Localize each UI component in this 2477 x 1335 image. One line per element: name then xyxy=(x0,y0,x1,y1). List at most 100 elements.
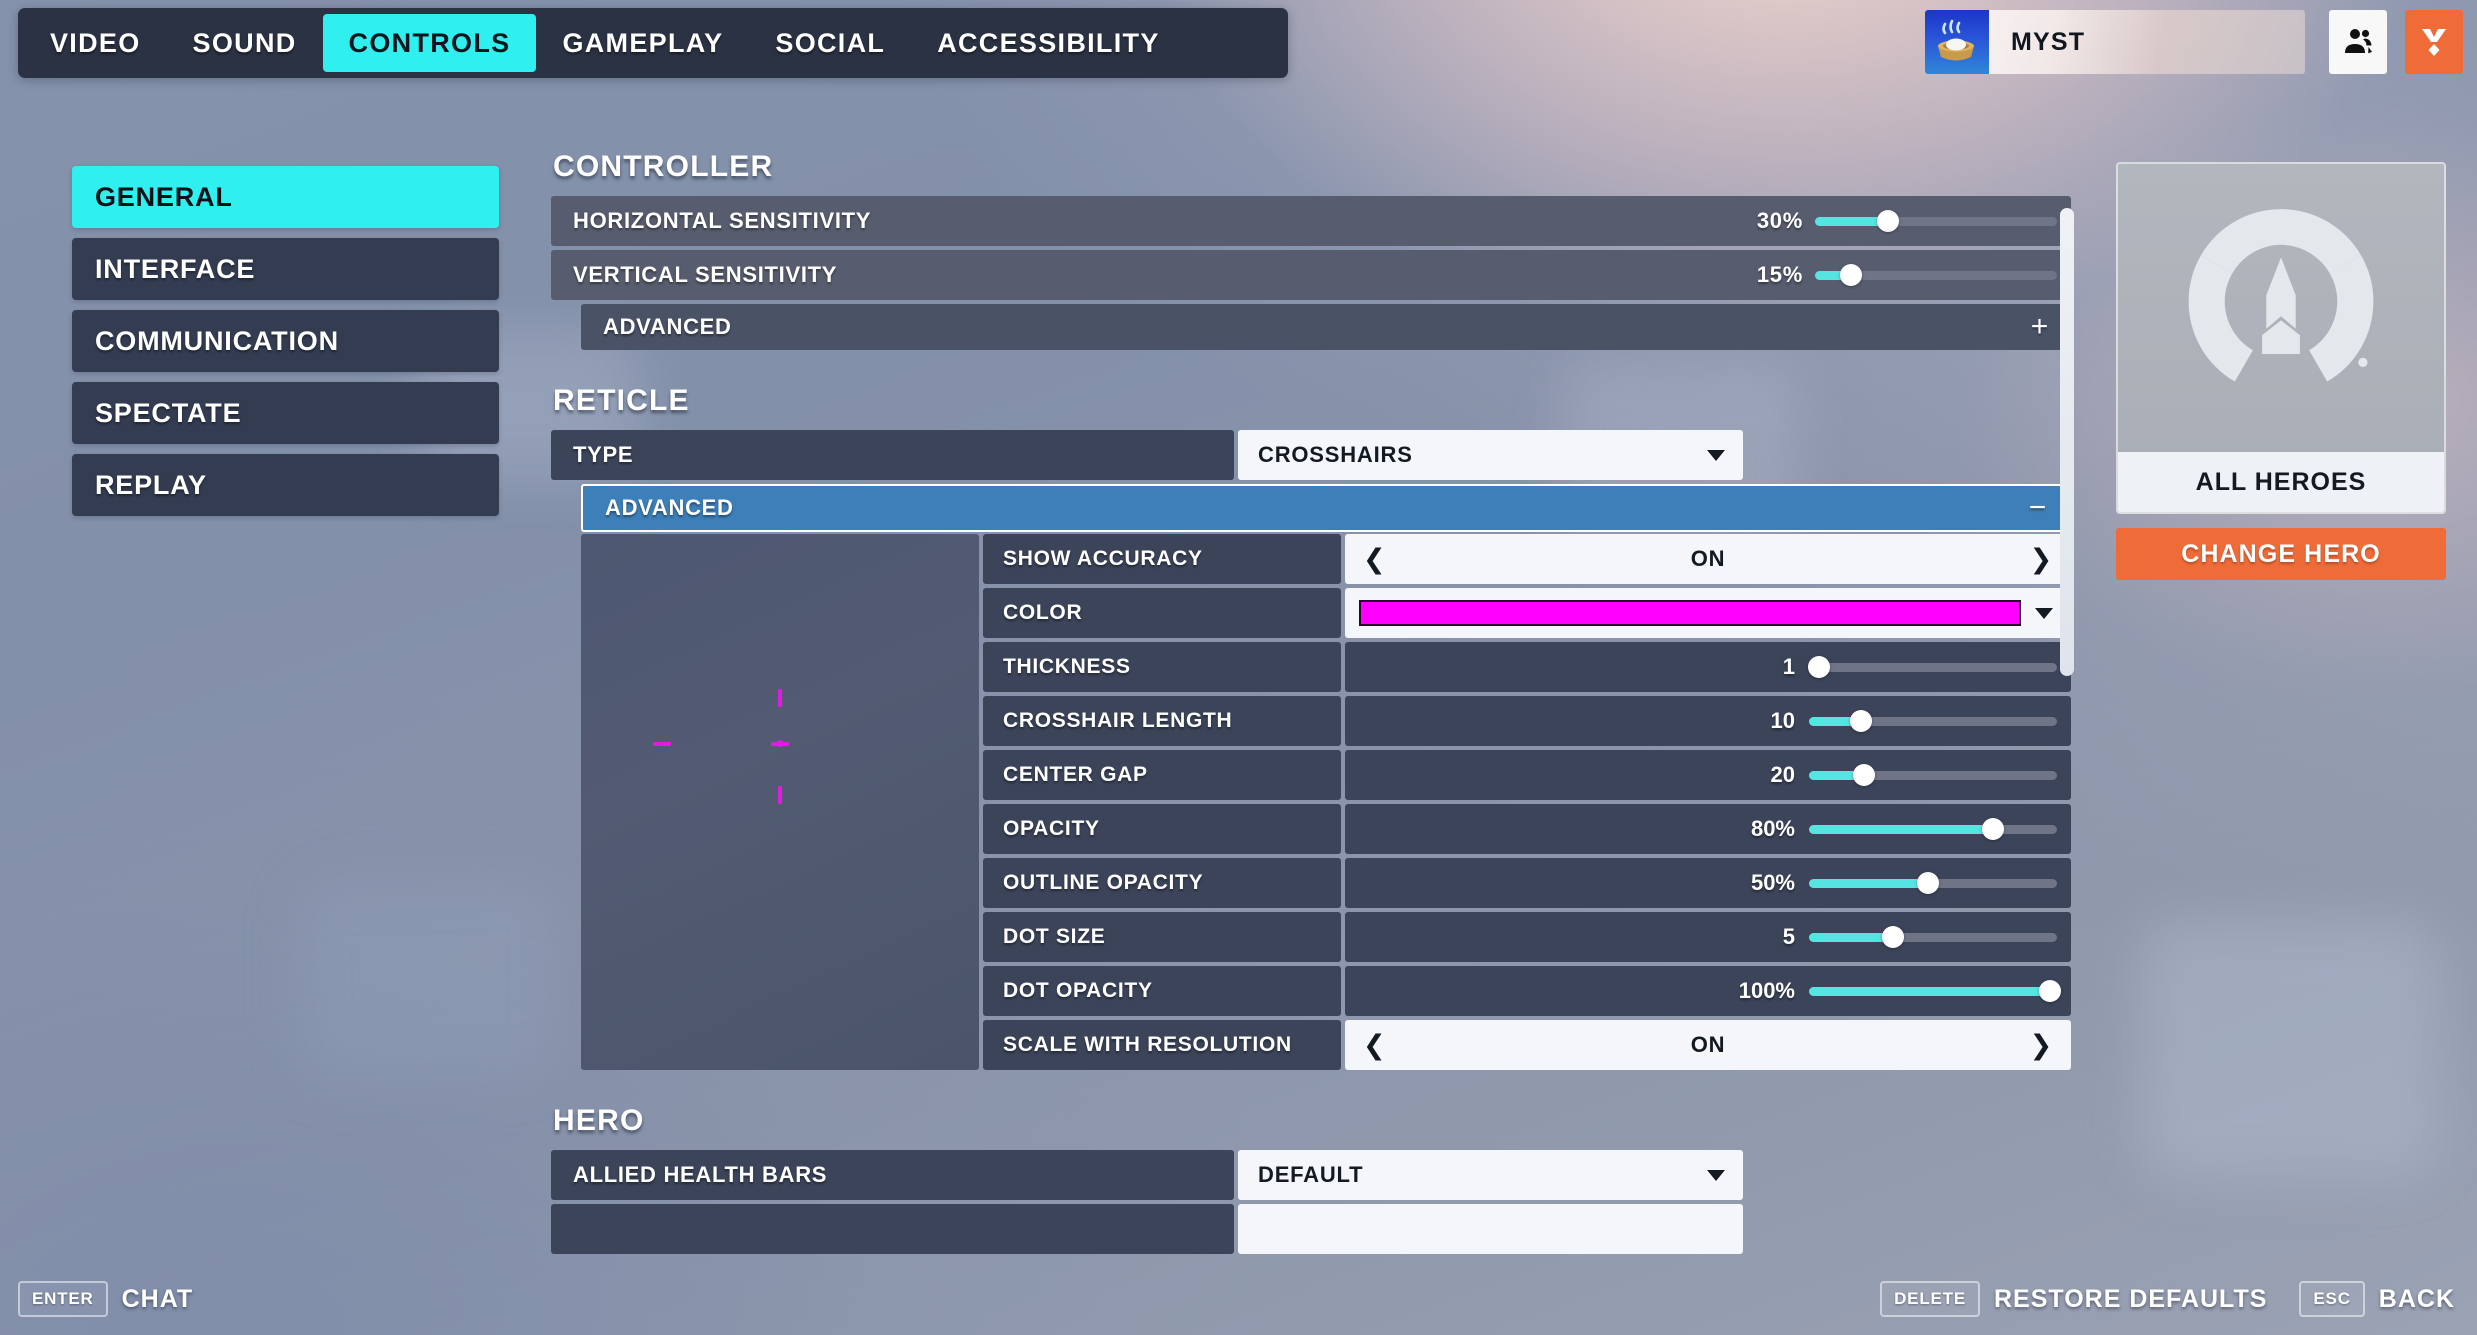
dot-opacity-slider[interactable] xyxy=(1809,987,2057,996)
slider-thumb[interactable] xyxy=(2039,980,2061,1002)
hero-card[interactable]: ALL HEROES xyxy=(2116,162,2446,514)
setting-row-dot-size[interactable]: DOT SIZE 5 xyxy=(983,912,2071,962)
tab-gameplay[interactable]: GAMEPLAY xyxy=(536,14,749,72)
horizontal-sensitivity-slider[interactable] xyxy=(1815,217,2057,226)
reticle-advanced-toggle[interactable]: ADVANCED − xyxy=(581,484,2071,532)
social-button[interactable] xyxy=(2329,10,2387,74)
overwatch-settings-screen: VIDEO SOUND CONTROLS GAMEPLAY SOCIAL ACC… xyxy=(0,0,2477,1335)
opacity-value: 80% xyxy=(1751,816,1795,842)
setting-row-allied-health-bars[interactable]: ALLIED HEALTH BARS DEFAULT xyxy=(551,1150,2071,1200)
tab-sound[interactable]: SOUND xyxy=(167,14,323,72)
dot-size-slider[interactable] xyxy=(1809,933,2057,942)
setting-row-show-accuracy[interactable]: SHOW ACCURACY ❮ ON ❯ xyxy=(983,534,2071,584)
thickness-slider-cell[interactable]: 1 xyxy=(1345,642,2071,692)
setting-row-dot-opacity[interactable]: DOT OPACITY 100% xyxy=(983,966,2071,1016)
show-accuracy-stepper[interactable]: ❮ ON ❯ xyxy=(1345,534,2071,584)
crosshair-top-tick xyxy=(778,689,782,707)
controller-advanced-toggle[interactable]: ADVANCED + xyxy=(581,304,2071,350)
thickness-slider[interactable] xyxy=(1809,663,2057,672)
dot-size-slider-cell[interactable]: 5 xyxy=(1345,912,2071,962)
chevron-down-icon xyxy=(2035,608,2053,619)
chat-label: CHAT xyxy=(122,1285,194,1314)
show-accuracy-value: ON xyxy=(1386,546,2029,572)
dot-opacity-value: 100% xyxy=(1739,978,1795,1004)
slider-thumb[interactable] xyxy=(1853,764,1875,786)
medal-button[interactable] xyxy=(2405,10,2463,74)
slider-thumb[interactable] xyxy=(1808,656,1830,678)
slider-thumb[interactable] xyxy=(1877,210,1899,232)
chevron-down-icon xyxy=(1707,450,1725,461)
delete-keycap: DELETE xyxy=(1880,1281,1980,1317)
opacity-slider[interactable] xyxy=(1809,825,2057,834)
tab-social[interactable]: SOCIAL xyxy=(749,14,911,72)
setting-row-clipped[interactable] xyxy=(551,1204,2071,1254)
crosshair-length-value: 10 xyxy=(1771,708,1795,734)
chat-action[interactable]: ENTER CHAT xyxy=(18,1281,193,1317)
settings-scrollbar[interactable] xyxy=(2060,208,2074,1266)
dot-size-label: DOT SIZE xyxy=(983,912,1341,962)
section-title-hero: HERO xyxy=(553,1104,2071,1138)
setting-row-crosshair-length[interactable]: CROSSHAIR LENGTH 10 xyxy=(983,696,2071,746)
setting-row-scale-with-resolution[interactable]: SCALE WITH RESOLUTION ❮ ON ❯ xyxy=(983,1020,2071,1070)
section-title-controller: CONTROLLER xyxy=(553,150,2071,184)
slider-thumb[interactable] xyxy=(1882,926,1904,948)
reticle-type-label: TYPE xyxy=(551,430,1234,480)
settings-sidebar: GENERAL INTERFACE COMMUNICATION SPECTATE… xyxy=(72,166,499,516)
slider-thumb[interactable] xyxy=(1982,818,2004,840)
clipped-row-dropdown[interactable] xyxy=(1238,1204,1743,1254)
change-hero-button[interactable]: CHANGE HERO xyxy=(2116,528,2446,580)
setting-row-center-gap[interactable]: CENTER GAP 20 xyxy=(983,750,2071,800)
player-card[interactable]: MYST xyxy=(1925,10,2305,74)
esc-keycap: ESC xyxy=(2299,1281,2364,1317)
reticle-advanced-body: SHOW ACCURACY ❮ ON ❯ COLOR THICKNESS xyxy=(581,534,2071,1070)
restore-defaults-action[interactable]: DELETE RESTORE DEFAULTS xyxy=(1880,1281,2267,1317)
outline-opacity-slider[interactable] xyxy=(1809,879,2057,888)
slider-thumb[interactable] xyxy=(1840,264,1862,286)
scale-with-resolution-stepper[interactable]: ❮ ON ❯ xyxy=(1345,1020,2071,1070)
allied-health-bars-value: DEFAULT xyxy=(1258,1162,1363,1188)
setting-row-thickness[interactable]: THICKNESS 1 xyxy=(983,642,2071,692)
vertical-sensitivity-slider[interactable] xyxy=(1815,271,2057,280)
reticle-settings-list: SHOW ACCURACY ❮ ON ❯ COLOR THICKNESS xyxy=(983,534,2071,1070)
allied-health-bars-label: ALLIED HEALTH BARS xyxy=(551,1150,1234,1200)
chevron-left-icon[interactable]: ❮ xyxy=(1363,546,1386,573)
sidebar-item-replay[interactable]: REPLAY xyxy=(72,454,499,516)
scrollbar-thumb[interactable] xyxy=(2060,208,2074,676)
color-swatch xyxy=(1359,600,2021,626)
setting-row-color[interactable]: COLOR xyxy=(983,588,2071,638)
center-gap-slider-cell[interactable]: 20 xyxy=(1345,750,2071,800)
tab-video[interactable]: VIDEO xyxy=(24,14,167,72)
tab-controls[interactable]: CONTROLS xyxy=(323,14,537,72)
back-action[interactable]: ESC BACK xyxy=(2299,1281,2455,1317)
background-blur-blob xyxy=(2140,920,2440,1180)
slider-thumb[interactable] xyxy=(1850,710,1872,732)
setting-row-outline-opacity[interactable]: OUTLINE OPACITY 50% xyxy=(983,858,2071,908)
hero-selection-panel: ALL HEROES CHANGE HERO xyxy=(2116,162,2446,580)
reticle-type-dropdown[interactable]: CROSSHAIRS xyxy=(1238,430,1743,480)
sidebar-item-spectate[interactable]: SPECTATE xyxy=(72,382,499,444)
color-dropdown[interactable] xyxy=(1345,588,2071,638)
setting-row-opacity[interactable]: OPACITY 80% xyxy=(983,804,2071,854)
slider-thumb[interactable] xyxy=(1917,872,1939,894)
tab-accessibility[interactable]: ACCESSIBILITY xyxy=(911,14,1185,72)
scale-with-resolution-label: SCALE WITH RESOLUTION xyxy=(983,1020,1341,1070)
enter-keycap: ENTER xyxy=(18,1281,108,1317)
dot-opacity-slider-cell[interactable]: 100% xyxy=(1345,966,2071,1016)
opacity-slider-cell[interactable]: 80% xyxy=(1345,804,2071,854)
outline-opacity-slider-cell[interactable]: 50% xyxy=(1345,858,2071,908)
chevron-right-icon[interactable]: ❯ xyxy=(2030,1032,2053,1059)
setting-row-vertical-sensitivity[interactable]: VERTICAL SENSITIVITY 15% xyxy=(551,250,2071,300)
chevron-left-icon[interactable]: ❮ xyxy=(1363,1032,1386,1059)
reticle-advanced-label: ADVANCED xyxy=(605,495,734,521)
setting-row-horizontal-sensitivity[interactable]: HORIZONTAL SENSITIVITY 30% xyxy=(551,196,2071,246)
crosshair-length-slider-cell[interactable]: 10 xyxy=(1345,696,2071,746)
chevron-right-icon[interactable]: ❯ xyxy=(2030,546,2053,573)
crosshair-length-slider[interactable] xyxy=(1809,717,2057,726)
setting-row-reticle-type[interactable]: TYPE CROSSHAIRS xyxy=(551,430,2071,480)
medal-icon xyxy=(2417,25,2451,59)
sidebar-item-interface[interactable]: INTERFACE xyxy=(72,238,499,300)
sidebar-item-communication[interactable]: COMMUNICATION xyxy=(72,310,499,372)
allied-health-bars-dropdown[interactable]: DEFAULT xyxy=(1238,1150,1743,1200)
center-gap-slider[interactable] xyxy=(1809,771,2057,780)
sidebar-item-general[interactable]: GENERAL xyxy=(72,166,499,228)
